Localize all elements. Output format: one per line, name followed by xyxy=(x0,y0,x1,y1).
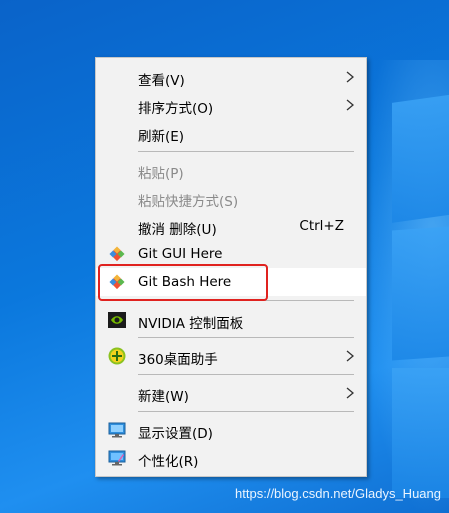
git-diamond-icon xyxy=(109,246,125,262)
menu-item-label: 新建(W) xyxy=(138,389,189,405)
wallpaper-window-pane xyxy=(392,93,449,223)
menu-item-paste-shortcut[interactable]: 粘贴快捷方式(S) xyxy=(96,184,366,212)
nvidia-logo-icon xyxy=(108,312,126,328)
wallpaper-window-pane xyxy=(392,225,449,361)
menu-item-undo-delete[interactable]: 撤消 删除(U) Ctrl+Z xyxy=(96,212,366,240)
menu-item-refresh[interactable]: 刷新(E) xyxy=(96,119,366,147)
menu-item-label: 刷新(E) xyxy=(138,129,185,145)
menu-item-paste[interactable]: 粘贴(P) xyxy=(96,156,366,184)
menu-item-label: 显示设置(D) xyxy=(138,426,213,442)
chevron-right-icon xyxy=(346,99,354,111)
menu-item-sort-by[interactable]: 排序方式(O) xyxy=(96,91,366,119)
watermark-text: https://blog.csdn.net/Gladys_Huang xyxy=(235,486,441,501)
menu-separator xyxy=(138,151,354,152)
menu-item-view[interactable]: 查看(V) xyxy=(96,63,366,91)
menu-item-label: NVIDIA 控制面板 xyxy=(138,316,244,332)
monitor-icon xyxy=(108,422,126,438)
menu-item-shortcut: Ctrl+Z xyxy=(299,218,344,234)
menu-item-personalize[interactable]: 个性化(R) xyxy=(96,444,366,472)
menu-separator xyxy=(138,411,354,412)
wallpaper-window-pane xyxy=(392,368,449,498)
menu-item-label: 排序方式(O) xyxy=(138,101,214,117)
menu-item-display-settings[interactable]: 显示设置(D) xyxy=(96,416,366,444)
highlight-annotation-box xyxy=(98,264,268,301)
menu-item-new[interactable]: 新建(W) xyxy=(96,379,366,407)
360-assistant-icon xyxy=(108,347,126,365)
menu-item-label: 个性化(R) xyxy=(138,454,199,470)
personalize-monitor-icon xyxy=(108,450,126,466)
menu-item-label: 粘贴(P) xyxy=(138,166,184,182)
menu-item-label: 360桌面助手 xyxy=(138,352,218,368)
chevron-right-icon xyxy=(346,350,354,362)
menu-item-label: 查看(V) xyxy=(138,73,185,89)
menu-separator xyxy=(138,337,354,338)
chevron-right-icon xyxy=(346,71,354,83)
menu-separator xyxy=(138,374,354,375)
chevron-right-icon xyxy=(346,387,354,399)
menu-item-label: 撤消 删除(U) xyxy=(138,222,217,238)
menu-item-nvidia-control-panel[interactable]: NVIDIA 控制面板 xyxy=(96,306,366,334)
menu-item-360-desktop-assistant[interactable]: 360桌面助手 xyxy=(96,342,366,370)
menu-item-label: Git GUI Here xyxy=(138,246,223,262)
menu-item-label: 粘贴快捷方式(S) xyxy=(138,194,239,210)
